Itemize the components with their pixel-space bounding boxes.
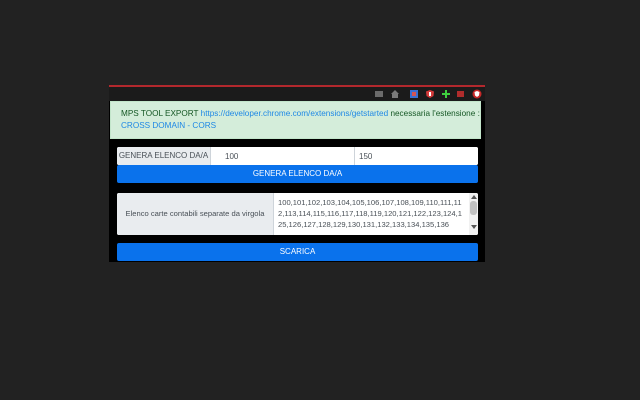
scroll-up-arrow-icon[interactable] xyxy=(471,195,477,199)
range-input-group: GENERA ELENCO DA/A xyxy=(117,147,478,165)
notice-prefix: MPS TOOL EXPORT xyxy=(121,109,199,118)
scroll-down-arrow-icon[interactable] xyxy=(471,225,477,229)
home-icon[interactable] xyxy=(390,89,400,99)
range-label: GENERA ELENCO DA/A xyxy=(117,147,211,165)
scroll-thumb[interactable] xyxy=(470,201,477,215)
browser-toolbar xyxy=(109,87,485,101)
notice-line-1: MPS TOOL EXPORT https://developer.chrome… xyxy=(121,108,480,120)
extension-shield-icon[interactable] xyxy=(425,89,435,99)
scarica-button[interactable]: SCARICA xyxy=(117,243,478,261)
notice-suffix: necessaria l'estensione : xyxy=(390,109,480,118)
range-to-input[interactable] xyxy=(354,147,478,165)
range-from-input[interactable] xyxy=(221,147,351,165)
cors-link[interactable]: CROSS DOMAIN - CORS xyxy=(121,121,216,130)
notice-line-2: CROSS DOMAIN - CORS xyxy=(121,120,470,132)
card-list-textarea[interactable]: 100,101,102,103,104,105,106,107,108,109,… xyxy=(275,193,469,235)
list-label: Elenco carte contabili separate da virgo… xyxy=(117,193,274,235)
extension-shield-active-icon[interactable] xyxy=(472,89,482,99)
extension-flag-icon[interactable] xyxy=(456,89,466,99)
extension-grey-icon[interactable] xyxy=(374,89,384,99)
cors-notice-alert: MPS TOOL EXPORT https://developer.chrome… xyxy=(110,101,481,139)
textarea-scrollbar[interactable] xyxy=(469,193,478,235)
extension-blue-icon[interactable] xyxy=(409,89,419,99)
notice-link[interactable]: https://developer.chrome.com/extensions/… xyxy=(201,109,389,118)
extension-plus-icon[interactable] xyxy=(441,89,451,99)
extension-popup: MPS TOOL EXPORT https://developer.chrome… xyxy=(109,85,485,262)
genera-elenco-button[interactable]: GENERA ELENCO DA/A xyxy=(117,165,478,183)
list-input-group: Elenco carte contabili separate da virgo… xyxy=(117,193,478,235)
